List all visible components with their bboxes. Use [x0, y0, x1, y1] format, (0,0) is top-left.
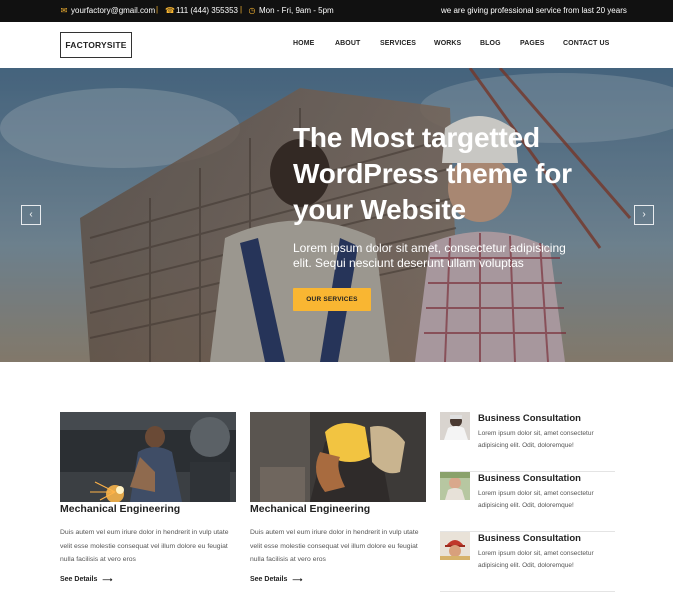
topbar-tagline: we are giving professional service from … [441, 6, 627, 15]
chevron-right-icon: › [642, 209, 646, 220]
consultation-item: Business Consultation Lorem ipsum dolor … [440, 412, 615, 472]
topbar-hours: ◷ Mon - Fri, 9am - 5pm [248, 6, 334, 15]
phone-icon: ☎ [165, 5, 175, 15]
topbar-hours-text: Mon - Fri, 9am - 5pm [259, 6, 334, 15]
consultation-text: Lorem ipsum dolor sit, amet consectetur … [478, 430, 594, 449]
hero-title: The Most targetted WordPress theme for y… [293, 122, 572, 225]
consultation-text: Lorem ipsum dolor sit, amet consectetur … [478, 490, 594, 509]
service-description: Duis autem vel eum iriure dolor in hendr… [60, 529, 229, 563]
consultation-thumbnail [440, 412, 470, 440]
consultation-text: Lorem ipsum dolor sit, amet consectetur … [478, 550, 594, 569]
service-image-welder [60, 412, 236, 502]
service-card: Mechanical Engineering Duis autem vel eu… [60, 412, 236, 584]
see-details-link[interactable]: See Details ⟶ [60, 576, 236, 584]
service-description: Duis autem vel eum iriure dolor in hendr… [250, 529, 419, 563]
main-nav: HOME ABOUT SERVICES WORKS BLOG PAGES CON… [0, 40, 673, 52]
nav-services[interactable]: SERVICES [380, 40, 416, 47]
consultation-thumbnail [440, 532, 470, 560]
consultation-thumbnail [440, 472, 470, 500]
nav-works[interactable]: WORKS [434, 40, 461, 47]
consultation-title[interactable]: Business Consultation [478, 473, 581, 484]
service-image-gloves [250, 412, 426, 502]
service-title: Mechanical Engineering [250, 503, 371, 515]
nav-pages[interactable]: PAGES [520, 40, 545, 47]
topbar-phone[interactable]: ☎ 111 (444) 355353 [165, 6, 238, 15]
chevron-left-icon: ‹ [29, 209, 33, 220]
envelope-icon: ✉ [60, 5, 68, 15]
consultation-title[interactable]: Business Consultation [478, 413, 581, 424]
slider-prev-button[interactable]: ‹ [21, 205, 41, 225]
arrow-right-icon: ⟶ [102, 576, 113, 584]
consultation-item: Business Consultation Lorem ipsum dolor … [440, 472, 615, 532]
our-services-button[interactable]: OUR SERVICES [293, 288, 371, 311]
consultation-title[interactable]: Business Consultation [478, 533, 581, 544]
service-card: Mechanical Engineering Duis autem vel eu… [250, 412, 426, 584]
clock-icon: ◷ [248, 5, 256, 15]
slider-next-button[interactable]: › [634, 205, 654, 225]
nav-about[interactable]: ABOUT [335, 40, 360, 47]
see-details-label: See Details [250, 576, 288, 583]
site-header: FACTORYSITE HOME ABOUT SERVICES WORKS BL… [0, 22, 673, 68]
service-title: Mechanical Engineering [60, 503, 181, 515]
nav-blog[interactable]: BLOG [480, 40, 501, 47]
topbar-divider: | [240, 5, 243, 14]
nav-home[interactable]: HOME [293, 40, 314, 47]
nav-contact-us[interactable]: CONTACT US [563, 40, 609, 47]
topbar-phone-text: 111 (444) 355353 [176, 6, 238, 15]
topbar-email-text: yourfactory@gmail.com [71, 6, 156, 15]
hero-subtitle: Lorem ipsum dolor sit amet, consectetur … [293, 241, 566, 270]
top-bar: ✉ yourfactory@gmail.com | ☎ 111 (444) 35… [0, 0, 673, 22]
topbar-divider: | [156, 5, 159, 14]
see-details-link[interactable]: See Details ⟶ [250, 576, 426, 584]
hero-slider: The Most targetted WordPress theme for y… [0, 68, 673, 362]
see-details-label: See Details [60, 576, 98, 583]
topbar-tagline-text: we are giving professional service from … [441, 6, 627, 15]
consultation-item: Business Consultation Lorem ipsum dolor … [440, 532, 615, 592]
arrow-right-icon: ⟶ [292, 576, 303, 584]
topbar-email[interactable]: ✉ yourfactory@gmail.com [60, 5, 156, 15]
